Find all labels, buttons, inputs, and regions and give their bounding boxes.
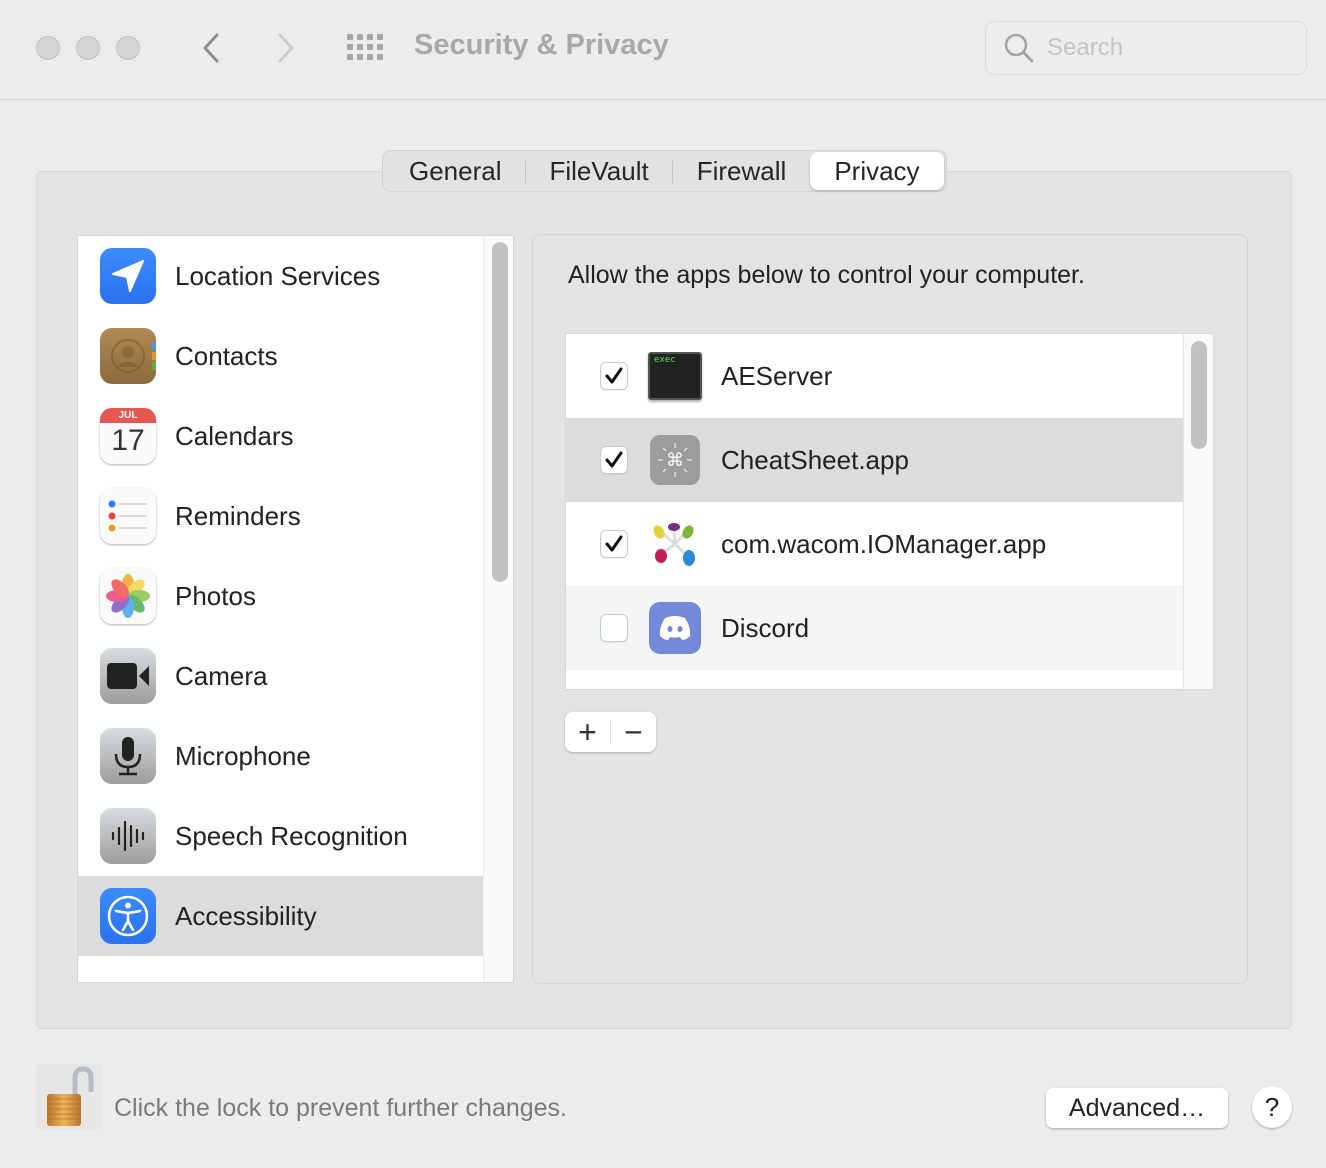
help-button[interactable]: ?	[1252, 1086, 1292, 1128]
plus-icon: +	[578, 714, 597, 750]
sidebar-item-accessibility[interactable]: Accessibility	[78, 876, 485, 956]
tab-bar: General FileVault Firewall Privacy	[382, 150, 947, 192]
chevron-left-icon	[203, 33, 219, 63]
search-icon	[1004, 33, 1034, 63]
app-name: Discord	[721, 612, 810, 643]
speech-waveform-icon	[100, 808, 156, 864]
app-checkbox-discord[interactable]	[600, 614, 628, 642]
sidebar-item-photos[interactable]: Photos	[78, 556, 485, 636]
sidebar-item-reminders[interactable]: Reminders	[78, 476, 485, 556]
tab-firewall[interactable]: Firewall	[673, 152, 811, 190]
close-window-button[interactable]	[36, 36, 60, 60]
minimize-window-button[interactable]	[76, 36, 100, 60]
tab-filevault[interactable]: FileVault	[526, 152, 673, 190]
calendar-day: 17	[111, 424, 145, 457]
checkmark-icon	[605, 535, 623, 552]
sidebar-item-label: Calendars	[175, 420, 294, 451]
scrollbar-thumb[interactable]	[492, 242, 508, 582]
calendar-icon: JUL 17	[100, 408, 156, 464]
checkmark-icon	[605, 367, 623, 384]
privacy-category-list: Location Services Contacts JUL 17 Calend…	[77, 235, 514, 983]
chevron-right-icon	[278, 33, 294, 63]
location-arrow-icon	[100, 248, 156, 304]
sidebar-item-label: Camera	[175, 660, 268, 691]
apps-list-scrollbar[interactable]	[1183, 334, 1213, 689]
discord-icon	[648, 601, 702, 655]
generic-app-icon	[648, 685, 702, 689]
title-bar: Security & Privacy	[0, 0, 1326, 100]
camera-icon	[100, 648, 156, 704]
search-field[interactable]	[985, 21, 1307, 75]
calendar-month: JUL	[100, 408, 156, 423]
category-list-scrollbar[interactable]	[483, 236, 513, 982]
minus-icon: −	[624, 714, 643, 750]
show-all-grid-icon[interactable]	[347, 34, 385, 60]
sidebar-item-label: Microphone	[175, 740, 311, 771]
scrollbar-thumb[interactable]	[1191, 341, 1207, 449]
tab-privacy[interactable]: Privacy	[810, 152, 944, 190]
photos-icon	[100, 568, 156, 624]
panel-description: Allow the apps below to control your com…	[568, 261, 1085, 289]
app-row-aeserver[interactable]: exec AEServer	[566, 334, 1185, 418]
app-checkbox-cheatsheet[interactable]	[600, 446, 628, 474]
app-row-partial[interactable]	[566, 670, 1185, 689]
reminders-icon	[100, 488, 156, 544]
sidebar-item-label: Accessibility	[175, 900, 317, 931]
cheatsheet-command-icon: ⌘	[648, 433, 702, 487]
sidebar-item-label: Reminders	[175, 500, 301, 531]
unlocked-padlock-icon	[47, 1066, 94, 1126]
sidebar-item-calendars[interactable]: JUL 17 Calendars	[78, 396, 485, 476]
app-name: CheatSheet.app	[721, 444, 909, 475]
sidebar-item-speech-recognition[interactable]: Speech Recognition	[78, 796, 485, 876]
back-button[interactable]	[196, 28, 226, 68]
microphone-icon	[100, 728, 156, 784]
tab-general[interactable]: General	[385, 152, 526, 190]
lock-button[interactable]	[36, 1064, 102, 1130]
zoom-window-button[interactable]	[116, 36, 140, 60]
remove-app-button[interactable]: −	[611, 712, 656, 752]
lock-status-text: Click the lock to prevent further change…	[114, 1094, 568, 1122]
wacom-icon	[648, 517, 702, 571]
allowed-apps-list: exec AEServer ⌘ CheatSheet.app com.wacom…	[565, 333, 1214, 690]
contacts-icon	[100, 328, 156, 384]
sidebar-item-contacts[interactable]: Contacts	[78, 316, 485, 396]
app-row-cheatsheet[interactable]: ⌘ CheatSheet.app	[566, 418, 1185, 502]
app-row-wacom-iomanager[interactable]: com.wacom.IOManager.app	[566, 502, 1185, 586]
checkmark-icon	[605, 451, 623, 468]
sidebar-item-label: Location Services	[175, 260, 381, 291]
sidebar-item-microphone[interactable]: Microphone	[78, 716, 485, 796]
app-checkbox-aeserver[interactable]	[600, 362, 628, 390]
add-remove-control: + −	[565, 712, 656, 752]
add-app-button[interactable]: +	[565, 712, 610, 752]
sidebar-item-camera[interactable]: Camera	[78, 636, 485, 716]
sidebar-item-label: Photos	[175, 580, 256, 611]
sidebar-item-label: Contacts	[175, 340, 278, 371]
sidebar-item-label: Speech Recognition	[175, 820, 408, 851]
search-input[interactable]	[1047, 34, 1287, 62]
app-name: com.wacom.IOManager.app	[721, 528, 1047, 559]
app-name: AEServer	[721, 360, 833, 391]
window-title: Security & Privacy	[414, 29, 669, 61]
forward-button[interactable]	[271, 28, 301, 68]
accessibility-icon	[100, 888, 156, 944]
app-row-discord[interactable]: Discord	[566, 586, 1185, 670]
advanced-button[interactable]: Advanced…	[1046, 1088, 1228, 1128]
sidebar-item-location-services[interactable]: Location Services	[78, 236, 485, 316]
app-checkbox-wacom-iomanager[interactable]	[600, 530, 628, 558]
terminal-exec-icon: exec	[648, 349, 702, 403]
